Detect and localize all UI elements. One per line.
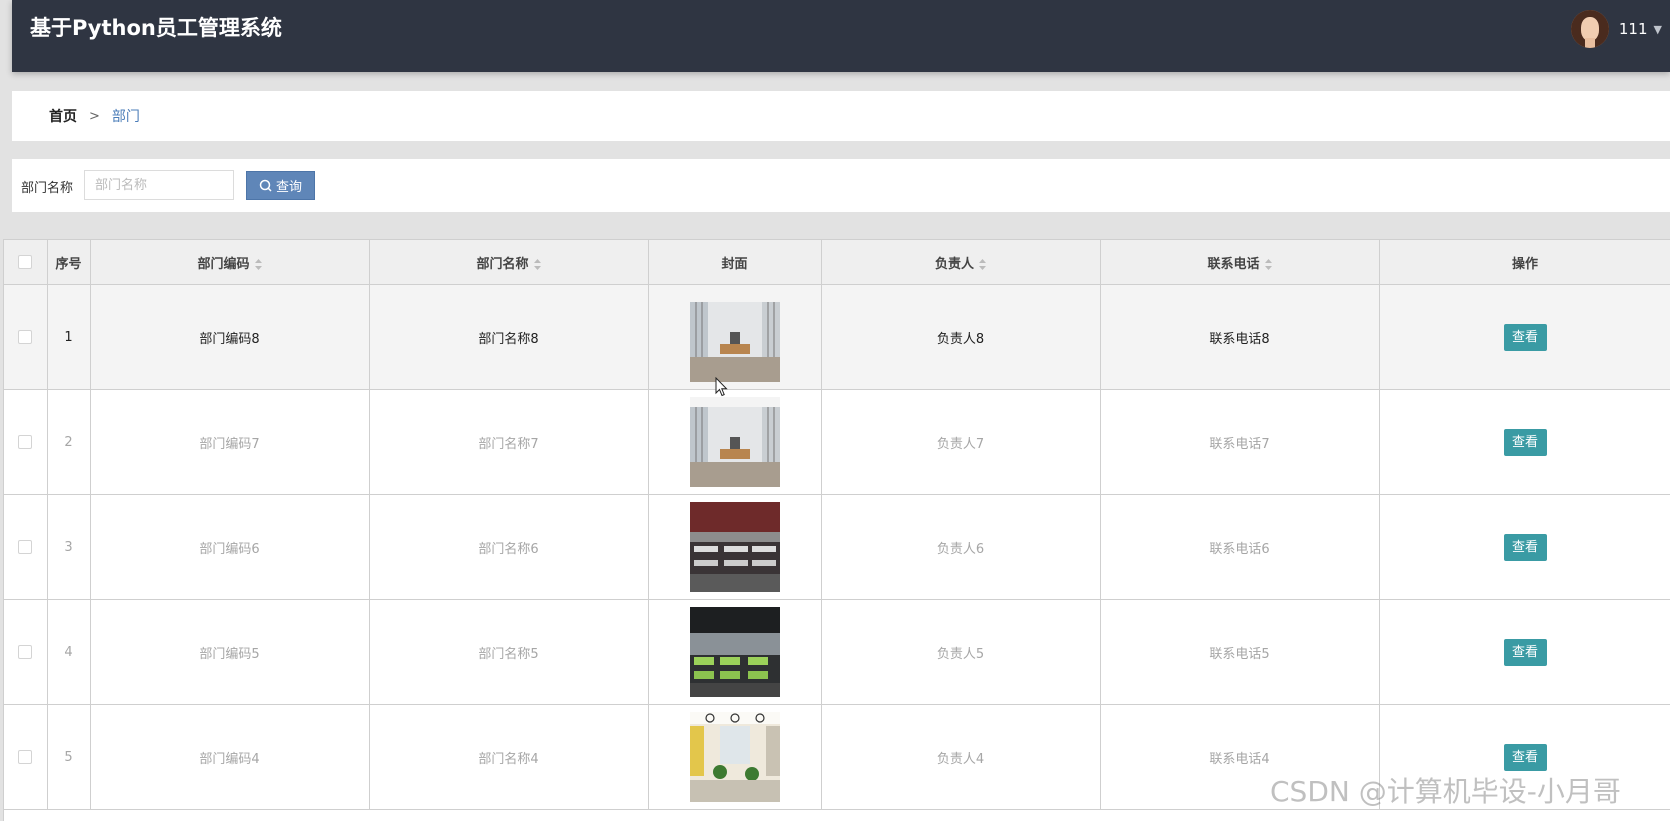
row-checkbox[interactable]: [18, 540, 33, 554]
table-row[interactable]: 5 部门编码4 部门名称4 负责人4 联系电话4 查看: [4, 704, 1670, 810]
row-phone: 联系电话5: [1100, 599, 1380, 705]
row-code: 部门编码5: [90, 599, 370, 705]
row-manager: 负责人4: [821, 704, 1101, 810]
row-index: 2: [47, 389, 91, 495]
row-phone: 联系电话6: [1100, 494, 1380, 600]
row-phone: 联系电话8: [1100, 284, 1380, 390]
row-phone: 联系电话7: [1100, 389, 1380, 495]
col-code-label: 部门编码: [197, 256, 250, 272]
row-name: 部门名称4: [369, 704, 649, 810]
table-row[interactable]: 2 部门编码7 部门名称7 负责人7 联系电话7 查看: [4, 389, 1670, 495]
chevron-down-icon[interactable]: ▼: [1654, 23, 1662, 36]
top-header: 基于Python员工管理系统 111 ▼: [12, 0, 1670, 72]
breadcrumb: 首页 > 部门: [12, 91, 1670, 141]
sort-icon[interactable]: [979, 258, 986, 270]
row-index: 1: [47, 284, 91, 390]
cover-image[interactable]: [689, 292, 780, 382]
search-label: 部门名称: [21, 181, 74, 196]
row-code: 部门编码4: [90, 704, 370, 810]
cover-image[interactable]: [689, 607, 780, 697]
row-checkbox[interactable]: [18, 645, 33, 659]
select-all-checkbox[interactable]: [18, 255, 33, 269]
col-actions: 操作: [1379, 240, 1670, 285]
row-phone: 联系电话4: [1100, 704, 1380, 810]
breadcrumb-current: 部门: [111, 109, 140, 125]
sort-icon[interactable]: [533, 258, 541, 270]
table-row[interactable]: 4 部门编码5 部门名称5 负责人5 联系电话5 查看: [4, 599, 1670, 705]
table-header-row: 序号 部门编码 部门名称 封面 负责人 联系电话 操作: [4, 240, 1670, 285]
col-cover: 封面: [648, 240, 822, 285]
view-button[interactable]: 查看: [1503, 428, 1547, 456]
breadcrumb-home[interactable]: 首页: [49, 106, 77, 126]
row-name: 部门名称5: [369, 599, 649, 705]
search-bar: 部门名称 查询: [12, 159, 1670, 212]
department-table: 序号 部门编码 部门名称 封面 负责人 联系电话 操作 1 部门编码8 部门名称…: [3, 239, 1670, 821]
col-name-label: 部门名称: [476, 256, 529, 272]
row-code: 部门编码6: [90, 494, 370, 600]
search-button[interactable]: 查询: [246, 171, 315, 200]
table-row[interactable]: 3 部门编码6 部门名称6 负责人6 联系电话6 查看: [4, 494, 1670, 600]
cover-image[interactable]: [689, 502, 780, 592]
search-input[interactable]: [84, 170, 234, 200]
row-code: 部门编码7: [90, 389, 370, 495]
view-button[interactable]: 查看: [1503, 323, 1547, 351]
view-button[interactable]: 查看: [1503, 638, 1547, 666]
row-index: 5: [47, 704, 91, 810]
row-manager: 负责人5: [821, 599, 1101, 705]
row-manager: 负责人8: [821, 284, 1101, 390]
col-index: 序号: [47, 240, 91, 285]
breadcrumb-separator: >: [89, 108, 100, 124]
row-code: 部门编码8: [90, 284, 370, 390]
search-icon: [259, 179, 272, 192]
row-checkbox[interactable]: [18, 330, 33, 344]
row-name: 部门名称8: [369, 284, 649, 390]
col-phone-label: 联系电话: [1207, 256, 1260, 272]
col-phone[interactable]: 联系电话: [1100, 240, 1380, 285]
user-menu[interactable]: 111 ▼: [1570, 10, 1670, 48]
col-manager-label: 负责人: [934, 256, 974, 272]
row-index: 3: [47, 494, 91, 600]
avatar[interactable]: [1570, 10, 1609, 48]
sort-icon[interactable]: [254, 258, 262, 270]
row-index: 4: [47, 599, 91, 705]
row-checkbox[interactable]: [18, 435, 33, 449]
username[interactable]: 111: [1619, 20, 1648, 38]
cover-image[interactable]: [689, 397, 780, 487]
cover-image[interactable]: [689, 712, 780, 802]
row-manager: 负责人7: [821, 389, 1101, 495]
row-name: 部门名称6: [369, 494, 649, 600]
search-button-label: 查询: [275, 180, 302, 195]
select-all-cell: [4, 240, 48, 285]
col-name[interactable]: 部门名称: [369, 240, 649, 285]
row-checkbox[interactable]: [18, 750, 33, 764]
row-name: 部门名称7: [369, 389, 649, 495]
table-row[interactable]: 1 部门编码8 部门名称8 负责人8 联系电话8 查看: [4, 284, 1670, 390]
view-button[interactable]: 查看: [1503, 533, 1547, 561]
app-title: 基于Python员工管理系统: [30, 16, 282, 40]
col-manager[interactable]: 负责人: [821, 240, 1101, 285]
row-manager: 负责人6: [821, 494, 1101, 600]
sort-icon[interactable]: [1264, 258, 1272, 270]
view-button[interactable]: 查看: [1503, 743, 1547, 771]
col-code[interactable]: 部门编码: [90, 240, 370, 285]
